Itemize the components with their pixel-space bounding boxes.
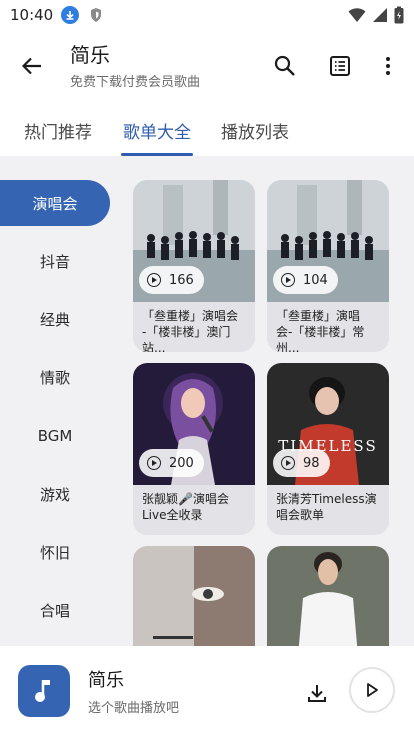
playlist-title: 「叁重楼」演唱会 -「楼非楼」澳门站... xyxy=(142,309,239,352)
category-sidebar: 演唱会 抖音 经典 情歌 BGM 游戏 怀旧 合唱 xyxy=(0,156,120,646)
playlist-cover: 200 xyxy=(133,363,255,485)
category-love-songs[interactable]: 情歌 xyxy=(0,354,110,400)
list-icon xyxy=(330,56,350,76)
tab-hot[interactable]: 热门推荐 xyxy=(24,118,92,143)
search-button[interactable] xyxy=(267,48,303,84)
player-title: 简乐 xyxy=(88,670,124,691)
play-button[interactable] xyxy=(349,667,395,713)
play-circle-icon xyxy=(147,456,161,470)
play-circle-icon xyxy=(147,273,161,287)
status-time: 10:40 xyxy=(10,6,54,24)
category-classic[interactable]: 经典 xyxy=(0,296,110,342)
list-view-button[interactable] xyxy=(322,48,358,84)
download-icon xyxy=(308,685,326,702)
arrow-left-icon xyxy=(22,57,41,75)
music-note-icon xyxy=(35,680,50,702)
page-title: 简乐 xyxy=(70,43,110,67)
playlist-title: 张靓颖🎤演唱会 Live全收录 xyxy=(142,492,229,522)
play-count-badge: 104 xyxy=(273,266,338,294)
status-bar: 10:40 xyxy=(0,0,414,30)
playlist-card[interactable]: 104 「叁重楼」演唱 会-「楼非楼」常州... xyxy=(267,180,389,352)
playlist-card[interactable]: TIMELESS 98 张清芳Timeless演 唱会歌单 xyxy=(267,363,389,535)
player-subtitle: 选个歌曲播放吧 xyxy=(88,701,180,716)
playlist-card[interactable] xyxy=(267,546,389,646)
content-area: 演唱会 抖音 经典 情歌 BGM 游戏 怀旧 合唱 166 「叁重楼」演唱会 -… xyxy=(0,156,414,646)
player-artwork xyxy=(18,665,70,717)
back-button[interactable] xyxy=(14,50,50,82)
play-circle-icon xyxy=(281,273,295,287)
tab-playlists[interactable]: 歌单大全 xyxy=(123,118,191,143)
play-count: 98 xyxy=(303,455,320,471)
category-chorus[interactable]: 合唱 xyxy=(0,587,110,633)
category-concert[interactable]: 演唱会 xyxy=(0,180,110,226)
download-button[interactable] xyxy=(300,676,334,710)
mini-player[interactable]: 简乐 选个歌曲播放吧 xyxy=(0,646,414,736)
search-icon xyxy=(274,55,295,76)
playlist-card[interactable]: 166 「叁重楼」演唱会 -「楼非楼」澳门站... xyxy=(133,180,255,352)
more-vert-icon xyxy=(386,57,390,75)
more-options-button[interactable] xyxy=(370,48,406,84)
play-count-badge: 98 xyxy=(273,449,330,477)
shield-icon xyxy=(87,6,105,24)
playlist-cover: 104 xyxy=(267,180,389,302)
playlist-cover: TIMELESS 98 xyxy=(267,363,389,485)
download-notification-icon xyxy=(61,6,80,24)
battery-icon xyxy=(394,6,404,24)
play-circle-icon xyxy=(281,456,295,470)
play-icon xyxy=(367,683,378,697)
playlist-cover xyxy=(267,546,389,646)
tab-play-queue[interactable]: 播放列表 xyxy=(221,118,289,143)
signal-icon xyxy=(373,8,387,22)
playlist-card[interactable] xyxy=(133,546,255,646)
play-count: 166 xyxy=(169,272,194,288)
category-douyin[interactable]: 抖音 xyxy=(0,238,110,284)
app-bar: 简乐 免费下载付费会员歌曲 xyxy=(0,30,414,100)
playlist-title: 「叁重楼」演唱 会-「楼非楼」常州... xyxy=(276,309,365,352)
category-game[interactable]: 游戏 xyxy=(0,471,110,517)
tab-bar: 热门推荐 歌单大全 播放列表 xyxy=(0,108,414,156)
category-nostalgic[interactable]: 怀旧 xyxy=(0,529,110,575)
play-count-badge: 166 xyxy=(139,266,204,294)
category-bgm[interactable]: BGM xyxy=(0,413,110,459)
play-count: 104 xyxy=(303,272,328,288)
playlist-card[interactable]: 200 张靓颖🎤演唱会 Live全收录 xyxy=(133,363,255,535)
page-subtitle: 免费下载付费会员歌曲 xyxy=(70,75,201,90)
playlist-cover xyxy=(133,546,255,646)
playlist-title: 张清芳Timeless演 唱会歌单 xyxy=(276,492,377,522)
playlist-cover: 166 xyxy=(133,180,255,302)
play-count-badge: 200 xyxy=(139,449,204,477)
play-count: 200 xyxy=(169,455,194,471)
wifi-icon xyxy=(348,8,366,22)
